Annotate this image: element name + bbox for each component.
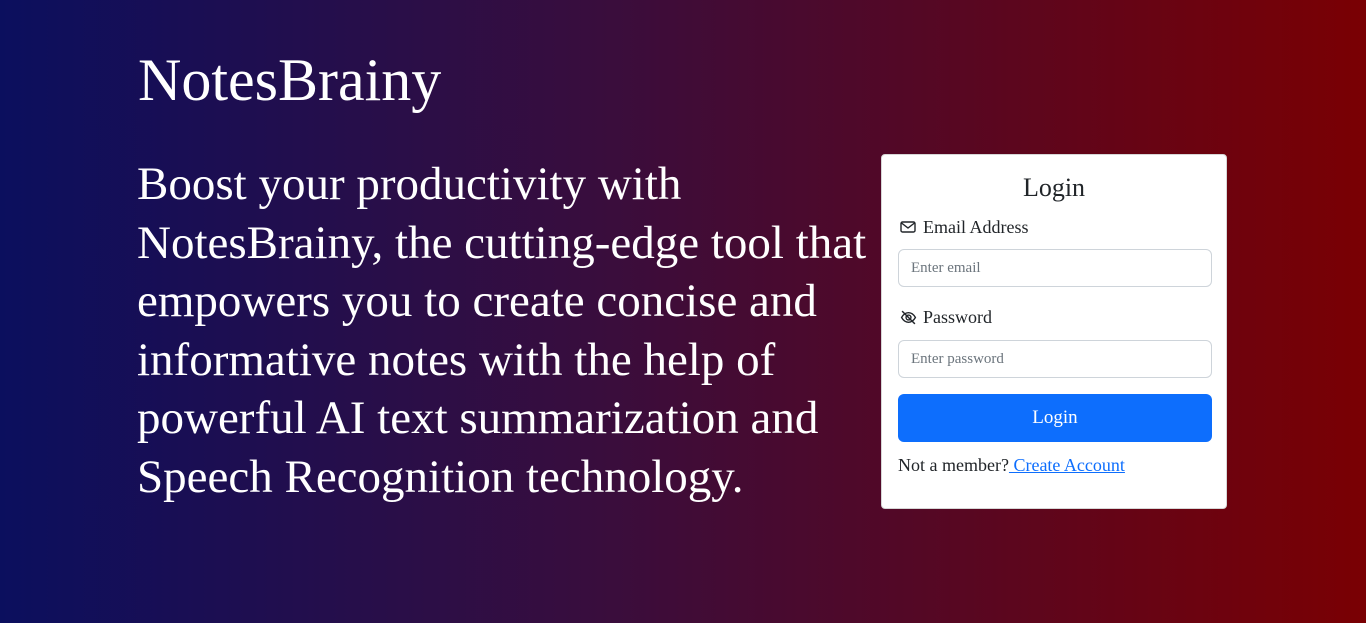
signup-prompt: Not a member? Create Account <box>898 454 1125 476</box>
envelope-icon <box>899 218 917 236</box>
signup-prompt-text: Not a member? <box>898 455 1009 475</box>
brand-title: NotesBrainy <box>138 47 442 113</box>
password-field[interactable] <box>898 340 1212 378</box>
login-button[interactable]: Login <box>898 394 1212 442</box>
create-account-link[interactable]: Create Account <box>1009 455 1124 475</box>
login-card: Login Email Address Password Login Not a… <box>881 154 1227 509</box>
login-title: Login <box>1022 173 1086 202</box>
email-label-text: Email Address <box>923 217 1029 237</box>
email-field[interactable] <box>898 249 1212 287</box>
eye-slash-icon <box>899 308 917 326</box>
hero-tagline: Boost your productivity with NotesBrainy… <box>137 158 867 503</box>
password-label: Password <box>899 306 992 328</box>
password-label-text: Password <box>923 307 993 327</box>
email-label: Email Address <box>899 216 1029 238</box>
